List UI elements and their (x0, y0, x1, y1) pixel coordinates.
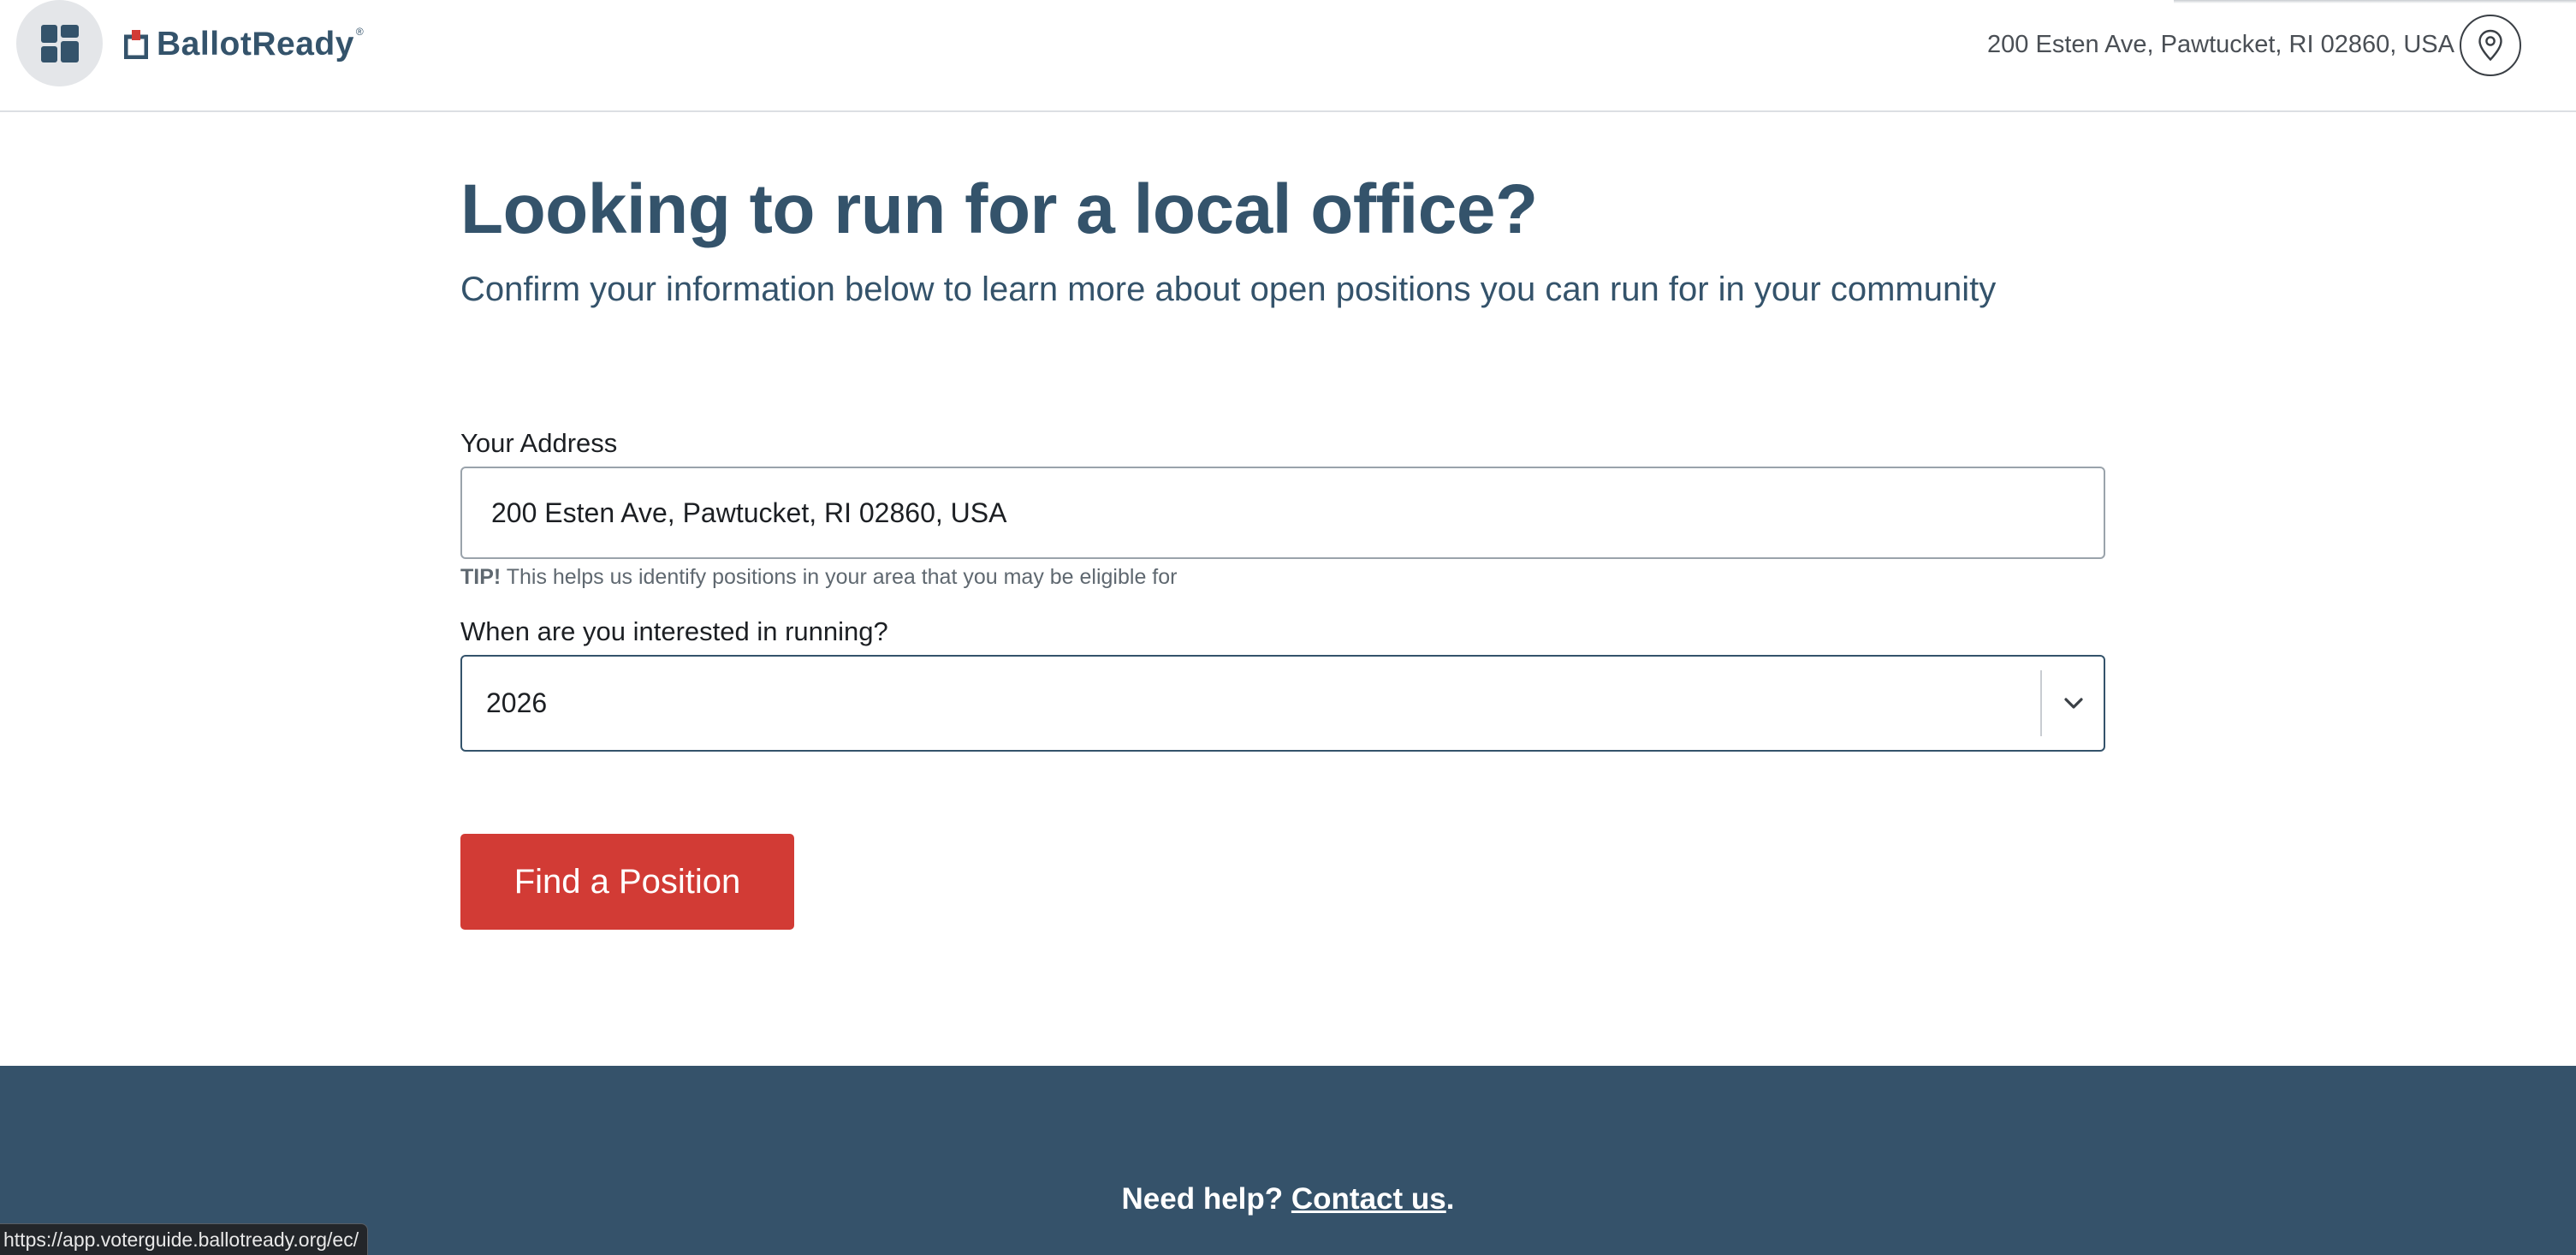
map-pin-icon (2478, 29, 2502, 62)
registered-mark: ® (355, 26, 364, 38)
tip-text: This helps us identify positions in your… (506, 565, 1178, 589)
find-position-button[interactable]: Find a Position (460, 834, 794, 930)
site-header: BallotReady ® 200 Esten Ave, Pawtucket, … (0, 0, 2576, 112)
help-text: Need help? (1121, 1182, 1284, 1216)
running-year-label: When are you interested in running? (460, 616, 888, 646)
address-label: Your Address (460, 428, 618, 458)
ballot-box-icon (124, 30, 148, 59)
address-input[interactable] (460, 467, 2105, 559)
logo-text: BallotReady (157, 26, 354, 62)
site-footer: Need help? Contact us. (0, 1066, 2576, 1255)
app-menu-button[interactable] (16, 0, 103, 86)
chevron-down-icon (2064, 697, 2083, 709)
help-trailing: . (1445, 1182, 1455, 1216)
link-preview-status: https://app.voterguide.ballotready.org/e… (0, 1223, 369, 1255)
location-button[interactable] (2460, 15, 2521, 76)
header-address[interactable]: 200 Esten Ave, Pawtucket, RI 02860, USA (1987, 26, 2454, 63)
grid-icon (40, 24, 79, 62)
dropdown-shadow (2174, 0, 2576, 3)
main-content: Looking to run for a local office? Confi… (460, 163, 2105, 312)
address-tip: TIP! This helps us identify positions in… (460, 558, 1177, 596)
select-dropdown-toggle[interactable] (2042, 657, 2105, 750)
page-subtitle: Confirm your information below to learn … (460, 271, 1997, 308)
selected-year: 2026 (486, 687, 548, 718)
running-year-select[interactable]: 2026 (460, 655, 2105, 752)
footer-help: Need help? Contact us. (0, 1180, 2576, 1219)
ballotready-logo[interactable]: BallotReady ® (124, 21, 364, 68)
contact-us-link[interactable]: Contact us (1291, 1182, 1446, 1216)
page-title: Looking to run for a local office? (460, 170, 1538, 248)
tip-prefix: TIP! (460, 565, 502, 589)
